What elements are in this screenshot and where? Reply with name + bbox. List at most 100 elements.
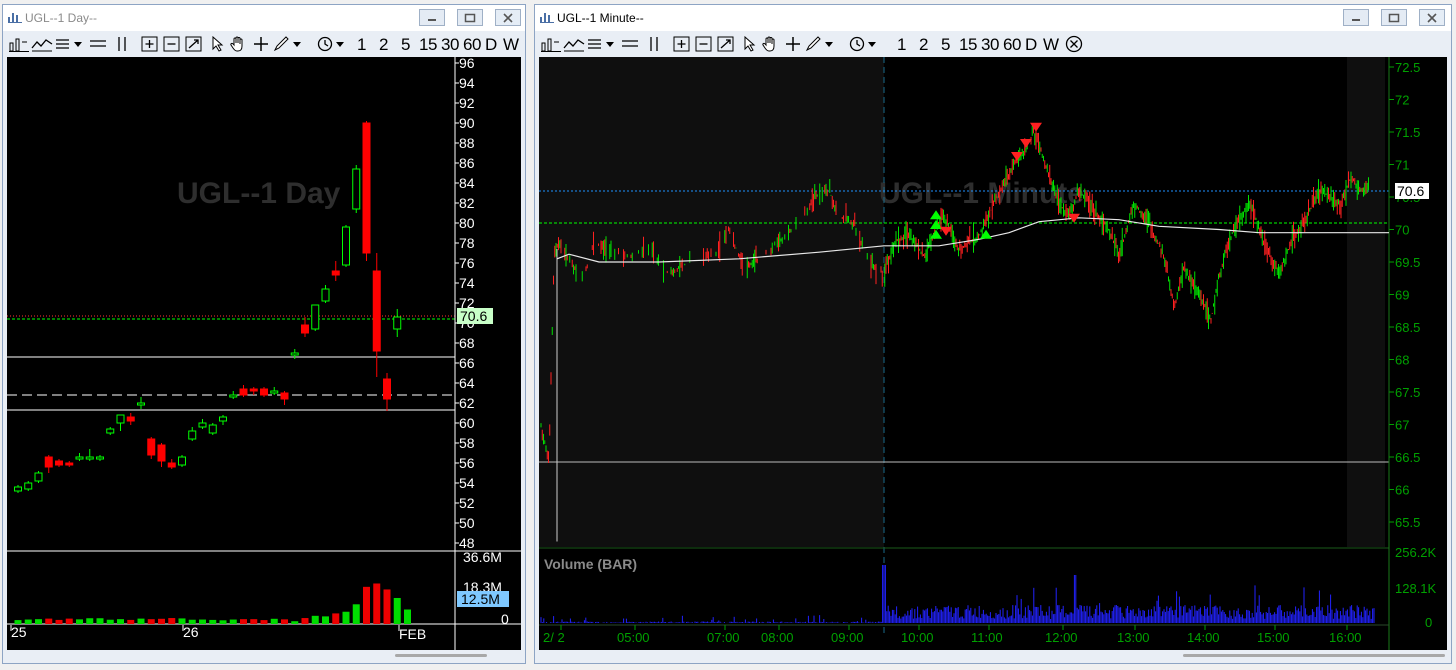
pencil-icon[interactable] (805, 35, 835, 53)
bar-chart-icon[interactable] (9, 35, 29, 53)
daily-level-lines (7, 57, 521, 650)
zoom-in-icon[interactable] (141, 35, 159, 53)
minimize-button[interactable] (419, 9, 445, 26)
y-tick-label: 65.5 (1395, 515, 1420, 530)
maximize-button[interactable] (1381, 9, 1407, 26)
scroll-thumb[interactable] (1183, 654, 1445, 657)
timeframe-1[interactable]: 1 (897, 35, 906, 55)
clock-icon[interactable] (849, 35, 879, 53)
timeframe-1[interactable]: 1 (357, 35, 366, 55)
close-button[interactable] (1419, 9, 1445, 26)
minute-chart-svg[interactable]: UGL--1 Minute 72.57271.57170.57069.56968… (539, 57, 1447, 650)
horizontal-scrollbar[interactable] (3, 652, 525, 660)
volume-tick-label: 128.1K (1395, 581, 1437, 596)
candle-body (372, 270, 381, 352)
cursor-icon[interactable] (211, 35, 225, 53)
title-bar[interactable]: UGL--1 Minute-- (535, 5, 1451, 31)
candle-body (352, 168, 361, 210)
candle-body (260, 388, 268, 396)
daily-chart-svg[interactable]: UGL--1 Day 96949290888684828078767472706… (7, 57, 521, 650)
pan-icon[interactable] (229, 35, 247, 53)
line-style-icon[interactable] (31, 35, 53, 53)
zoom-reset-icon[interactable] (185, 35, 203, 53)
candle-body (239, 388, 248, 396)
zoom-reset-icon[interactable] (717, 35, 735, 53)
zoom-out-icon[interactable] (695, 35, 713, 53)
y-tick-label: 67 (1395, 418, 1409, 433)
title-bar[interactable]: UGL--1 Day-- (3, 5, 525, 31)
candle-body (270, 390, 279, 394)
y-tick-label: 66.5 (1395, 450, 1420, 465)
volume-bar (209, 619, 217, 624)
candle-body (55, 460, 63, 466)
timeframe-d[interactable]: D (1025, 35, 1037, 55)
volume-bar (219, 620, 227, 624)
minimize-button[interactable] (1343, 9, 1369, 26)
daily-chart-window[interactable]: UGL--1 Day-- 1 2 5 15 30 60 D W UGL--1 D… (2, 4, 526, 664)
minute-chart-area[interactable]: UGL--1 Minute 72.57271.57170.57069.56968… (539, 57, 1447, 650)
candle-body (34, 472, 43, 482)
maximize-button[interactable] (457, 9, 483, 26)
timeframe-60[interactable]: 60 (463, 35, 481, 55)
candle-body (280, 392, 289, 400)
horizontal-line-icon[interactable] (89, 35, 107, 53)
timeframe-w[interactable]: W (503, 35, 519, 55)
timeframe-30[interactable]: 30 (981, 35, 999, 55)
y-tick-label: 71.5 (1395, 125, 1420, 140)
timeframe-2[interactable]: 2 (919, 35, 928, 55)
timeframe-30[interactable]: 30 (441, 35, 459, 55)
close-circle-icon[interactable] (1065, 35, 1083, 53)
volume-bar (76, 619, 83, 624)
chart-watermark: UGL--1 Day (177, 177, 341, 210)
zoom-in-icon[interactable] (673, 35, 691, 53)
y-tick-label: 72.5 (1395, 60, 1420, 75)
timeframe-5[interactable]: 5 (401, 35, 410, 55)
timeframe-w[interactable]: W (1043, 35, 1059, 55)
vertical-line-icon[interactable] (115, 35, 129, 53)
cursor-icon[interactable] (743, 35, 757, 53)
timeframe-d[interactable]: D (485, 35, 497, 55)
candle-body (362, 122, 371, 254)
clock-icon[interactable] (317, 35, 347, 53)
timeframe-2[interactable]: 2 (379, 35, 388, 55)
horizontal-line-icon[interactable] (621, 35, 639, 53)
candle-body (331, 270, 340, 276)
daily-chart-area[interactable]: UGL--1 Day 96949290888684828078767472706… (7, 57, 521, 650)
study-menu-icon[interactable] (55, 35, 83, 53)
timeframe-15[interactable]: 15 (419, 35, 437, 55)
volume-bar (373, 583, 381, 624)
study-menu-icon[interactable] (587, 35, 615, 53)
vertical-line-icon[interactable] (647, 35, 661, 53)
close-icon (503, 12, 513, 23)
x-tick-label: 12:00 (1045, 630, 1078, 645)
horizontal-scrollbar[interactable] (535, 652, 1451, 660)
line-style-icon[interactable] (563, 35, 585, 53)
timeframe-5[interactable]: 5 (941, 35, 950, 55)
crosshair-icon[interactable] (253, 35, 269, 53)
pencil-icon[interactable] (273, 35, 303, 53)
zoom-out-icon[interactable] (163, 35, 181, 53)
pan-icon[interactable] (761, 35, 779, 53)
timeframe-60[interactable]: 60 (1003, 35, 1021, 55)
y-tick-label: 86 (459, 155, 475, 171)
daily-volume-bars (14, 583, 411, 624)
candle-body (14, 486, 22, 492)
volume-tick-label: 256.2K (1395, 545, 1437, 560)
volume-bar (158, 618, 165, 624)
minute-chart-window[interactable]: UGL--1 Minute-- 1 2 5 15 30 60 D W UGL--… (534, 4, 1452, 664)
candle-body (167, 462, 176, 468)
volume-bar (270, 618, 278, 624)
volume-bar (96, 618, 104, 624)
volume-bar (45, 618, 53, 624)
volume-bar (199, 619, 206, 624)
x-tick-label: 2/ 2 (543, 630, 565, 645)
scroll-thumb[interactable] (395, 654, 487, 657)
timeframe-15[interactable]: 15 (959, 35, 977, 55)
bar-chart-icon[interactable] (541, 35, 561, 53)
candle-body (137, 402, 145, 406)
y-tick-label: 80 (459, 215, 475, 231)
volume-tick-label: 0 (501, 611, 509, 627)
crosshair-icon[interactable] (785, 35, 801, 53)
close-button[interactable] (495, 9, 521, 26)
volume-bar (250, 619, 258, 624)
